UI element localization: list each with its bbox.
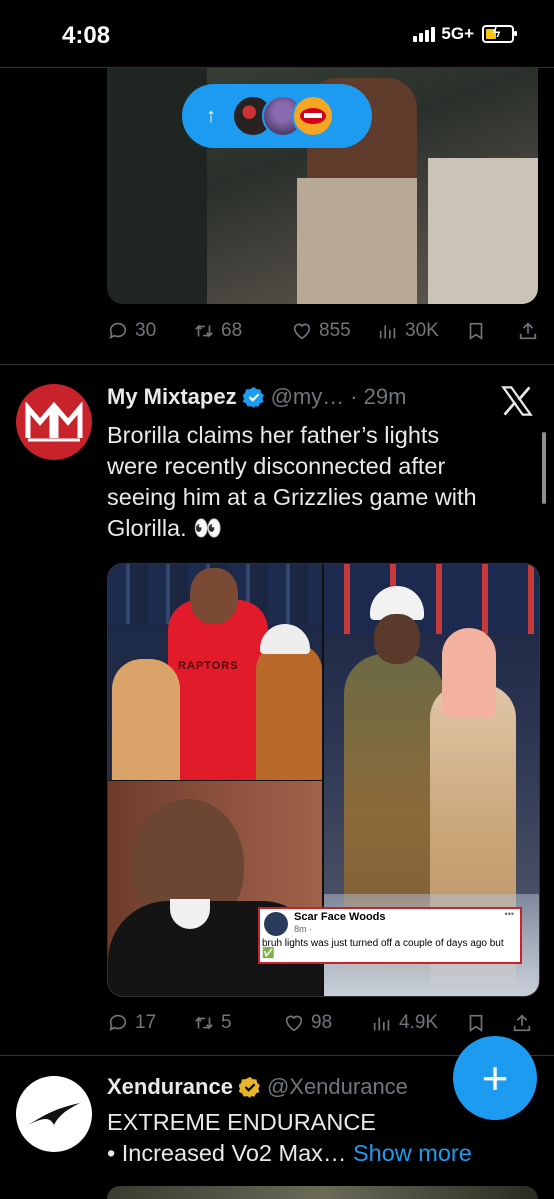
bookmark-icon: [469, 1014, 483, 1032]
tweet1-actions: 30 68 855 30K: [107, 320, 539, 342]
fb-avatar: [264, 912, 288, 936]
display-name[interactable]: My Mixtapez: [107, 384, 237, 410]
show-more-link[interactable]: Show more: [353, 1140, 472, 1166]
view-count: 30K: [405, 320, 439, 341]
view-count: 4.9K: [399, 1012, 439, 1033]
reply-count: 30: [135, 320, 157, 341]
share-button[interactable]: [517, 320, 539, 342]
share-button[interactable]: [511, 1012, 533, 1034]
handle[interactable]: @Xendurance: [267, 1074, 408, 1100]
more-icon: •••: [504, 909, 514, 919]
verified-business-badge-icon: [238, 1076, 260, 1098]
views-button[interactable]: 4.9K: [371, 1012, 465, 1034]
plus-icon: +: [481, 1052, 509, 1104]
new-posts-pill[interactable]: ↑: [182, 84, 372, 148]
compose-button[interactable]: +: [453, 1036, 537, 1120]
separator: ·: [350, 384, 358, 409]
xendurance-logo: [28, 1103, 80, 1125]
tweet-line: Glorilla. 👀: [107, 515, 223, 541]
x-logo-icon[interactable]: [500, 384, 534, 418]
tweet-line: Brorilla claims her father’s lights: [107, 422, 440, 448]
fb-post-text: bruh lights was just turned off a couple…: [262, 938, 504, 949]
tweet2-header: My Mixtapez @my… · 29m: [107, 384, 406, 410]
tweet-line: were recently disconnected after: [107, 453, 446, 479]
retweet-icon: [195, 324, 213, 338]
views-button[interactable]: 30K: [377, 320, 465, 342]
status-time: 4:08: [62, 22, 111, 49]
fb-author: Scar Face Woods: [294, 911, 386, 923]
share-icon: [513, 1014, 531, 1032]
share-icon: [519, 322, 537, 340]
bookmark-icon: [469, 322, 483, 340]
like-count: 855: [319, 320, 351, 341]
tweet-line: seeing him at a Grizzlies game with: [107, 484, 477, 510]
arrow-up-icon: ↑: [206, 104, 216, 127]
tweet3-image[interactable]: [107, 1186, 538, 1199]
shirt-text: RAPTORS: [178, 660, 239, 672]
retweet-count: 5: [221, 1012, 232, 1033]
bookmark-button[interactable]: [465, 1012, 511, 1034]
reply-count: 17: [135, 1012, 157, 1033]
display-name[interactable]: Xendurance: [107, 1074, 233, 1100]
reply-button[interactable]: 30: [107, 320, 193, 342]
status-indicators: 5G+ ϟ: [413, 24, 517, 44]
tweet-divider: [0, 364, 554, 365]
views-icon: [373, 1017, 390, 1031]
pill-avatar-3: [292, 95, 334, 137]
like-button[interactable]: 855: [291, 320, 377, 342]
heart-icon: [285, 1015, 303, 1032]
mymixtapez-avatar[interactable]: [16, 384, 92, 460]
tweet2-actions: 17 5 98 4.9K: [107, 1012, 533, 1034]
reply-button[interactable]: 17: [107, 1012, 193, 1034]
tweet2-text: Brorilla claims her father’s lights were…: [107, 420, 527, 544]
xendurance-avatar[interactable]: [16, 1076, 92, 1152]
retweet-button[interactable]: 68: [193, 320, 291, 342]
network-label: 5G+: [441, 24, 474, 43]
mymixtapez-logo: [25, 402, 83, 442]
retweet-button[interactable]: 5: [193, 1012, 283, 1034]
like-count: 98: [311, 1012, 333, 1033]
tweet3-header: Xendurance @Xendurance: [107, 1074, 408, 1100]
heart-icon: [293, 323, 311, 340]
tweet-line: • Increased Vo2 Max…: [107, 1140, 347, 1166]
reply-icon: [109, 322, 127, 339]
signal-icon: [413, 26, 436, 42]
like-button[interactable]: 98: [283, 1012, 371, 1034]
retweet-icon: [195, 1016, 213, 1030]
check-icon: ✅: [262, 948, 275, 959]
views-icon: [379, 325, 396, 339]
photo-arena-left: RAPTORS: [108, 564, 322, 780]
handle[interactable]: @my…: [271, 384, 345, 410]
fb-meta: 8m ·: [294, 924, 312, 934]
reply-icon: [109, 1014, 127, 1031]
battery-icon: ϟ: [482, 24, 517, 43]
scrollbar[interactable]: [542, 432, 546, 504]
verified-badge-icon: [242, 386, 264, 408]
time-ago: 29m: [363, 384, 407, 409]
facebook-post-overlay: Scar Face Woods 8m · ••• bruh lights was…: [258, 907, 522, 964]
retweet-count: 68: [221, 320, 243, 341]
bookmark-button[interactable]: [465, 320, 517, 342]
